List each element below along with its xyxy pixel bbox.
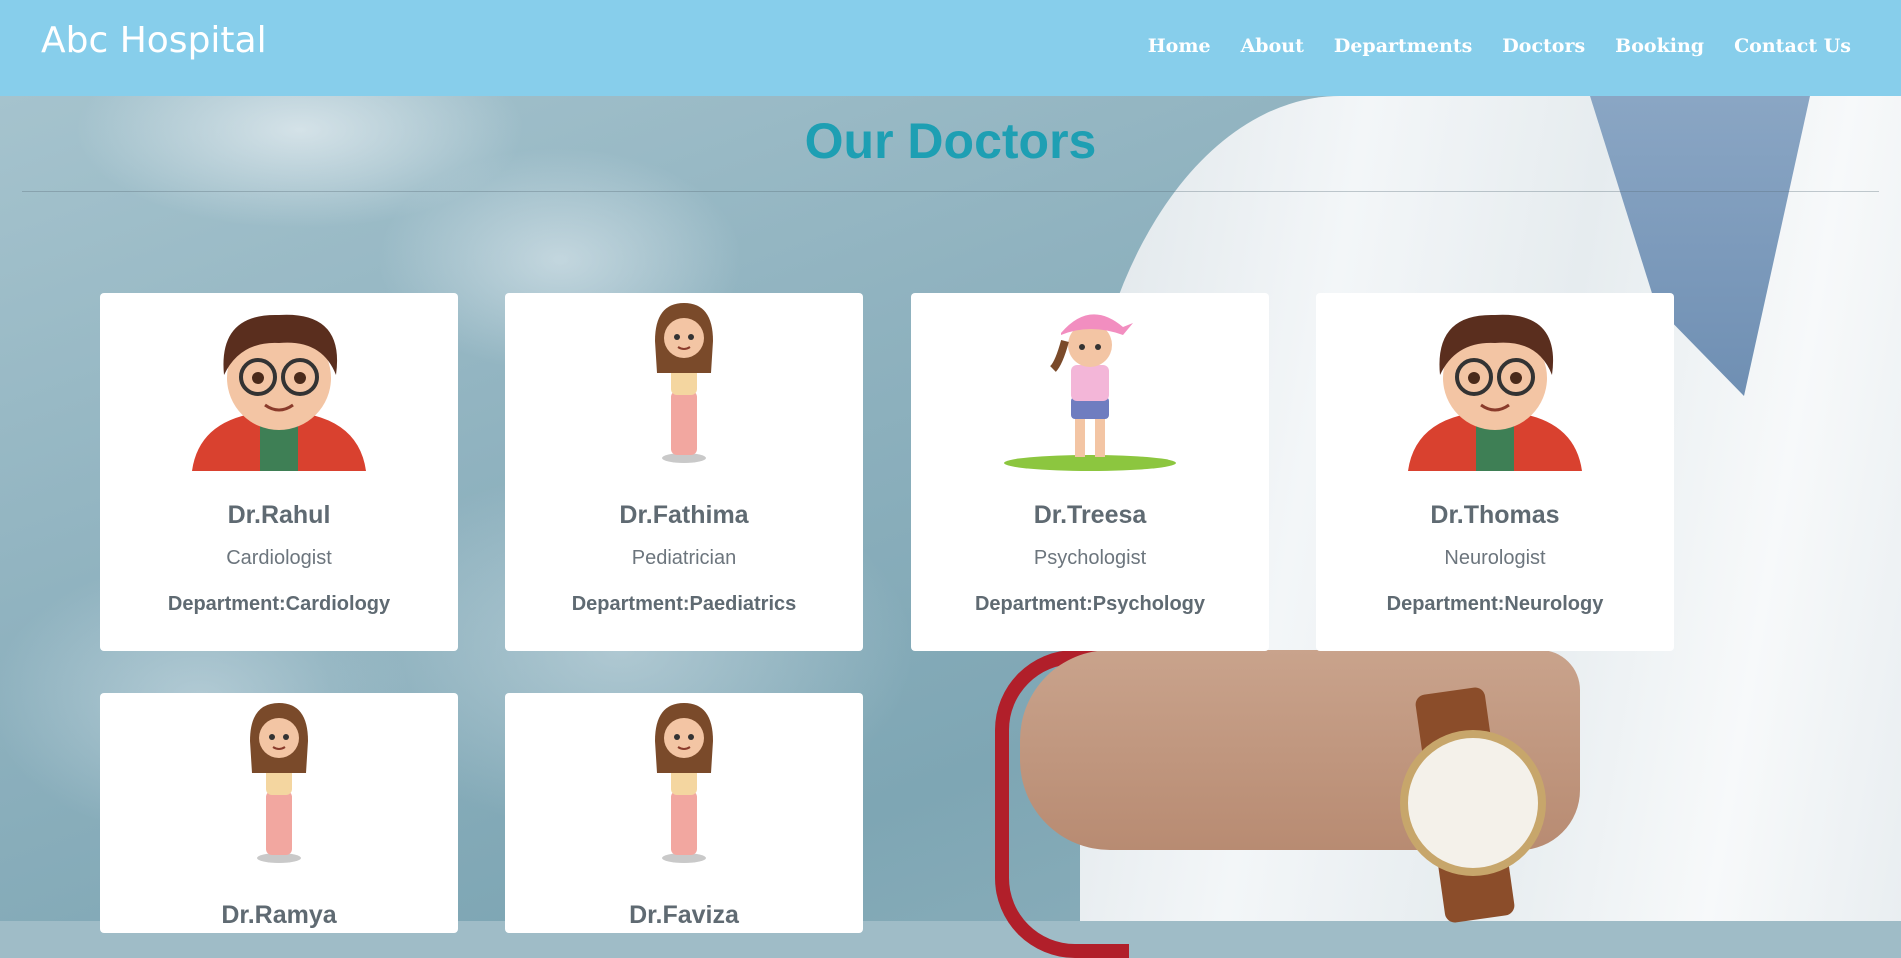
navbar: Abc Hospital Home About Departments Doct…: [0, 0, 1901, 96]
doctor-card: Dr.Ramya: [100, 693, 458, 933]
girl-standing-icon: [250, 703, 308, 863]
doctor-specialty: Cardiologist: [226, 547, 332, 569]
brand-logo[interactable]: Abc Hospital: [41, 20, 267, 61]
girl-standing-icon: [655, 703, 713, 863]
doctor-card: Dr.Thomas Neurologist Department:Neurolo…: [1316, 293, 1674, 651]
doctor-name: Dr.Thomas: [1430, 501, 1560, 529]
doctor-specialty: Neurologist: [1444, 547, 1546, 569]
doctor-card: Dr.Faviza: [505, 693, 863, 933]
doctor-specialty: Psychologist: [1033, 547, 1147, 569]
doctor-department: Department:Cardiology: [167, 593, 391, 615]
doctor-name: Dr.Treesa: [1033, 501, 1147, 529]
girl-with-cap-icon: [1004, 314, 1176, 471]
boy-with-glasses-icon: [192, 314, 366, 471]
doctor-name: Dr.Rahul: [227, 501, 331, 529]
main-nav: Home About Departments Doctors Booking C…: [1148, 35, 1851, 57]
doctor-card: Dr.Rahul Cardiologist Department:Cardiol…: [100, 293, 458, 651]
doctor-specialty: Pediatrician: [631, 547, 737, 569]
doctor-department: Department:Paediatrics: [571, 593, 797, 615]
nav-contact-us[interactable]: Contact Us: [1734, 35, 1851, 57]
girl-standing-icon: [655, 303, 713, 463]
nav-booking[interactable]: Booking: [1615, 35, 1704, 57]
nav-departments[interactable]: Departments: [1334, 35, 1472, 57]
nav-home[interactable]: Home: [1148, 35, 1211, 57]
nav-about[interactable]: About: [1241, 35, 1304, 57]
doctor-card: Dr.Fathima Pediatrician Department:Paedi…: [505, 293, 863, 651]
nav-doctors[interactable]: Doctors: [1502, 35, 1585, 57]
page-title: Our Doctors: [804, 113, 1097, 169]
doctor-name: Dr.Ramya: [221, 901, 337, 929]
doctor-card: Dr.Treesa Psychologist Department:Psycho…: [911, 293, 1269, 651]
doctor-department: Department:Neurology: [1386, 593, 1604, 615]
doctor-name: Dr.Fathima: [619, 501, 749, 529]
boy-with-glasses-icon: [1408, 314, 1582, 471]
wristwatch-illustration: [1400, 730, 1546, 876]
doctor-name: Dr.Faviza: [629, 901, 739, 929]
doctor-department: Department:Psychology: [974, 593, 1206, 615]
title-divider: [22, 191, 1879, 192]
